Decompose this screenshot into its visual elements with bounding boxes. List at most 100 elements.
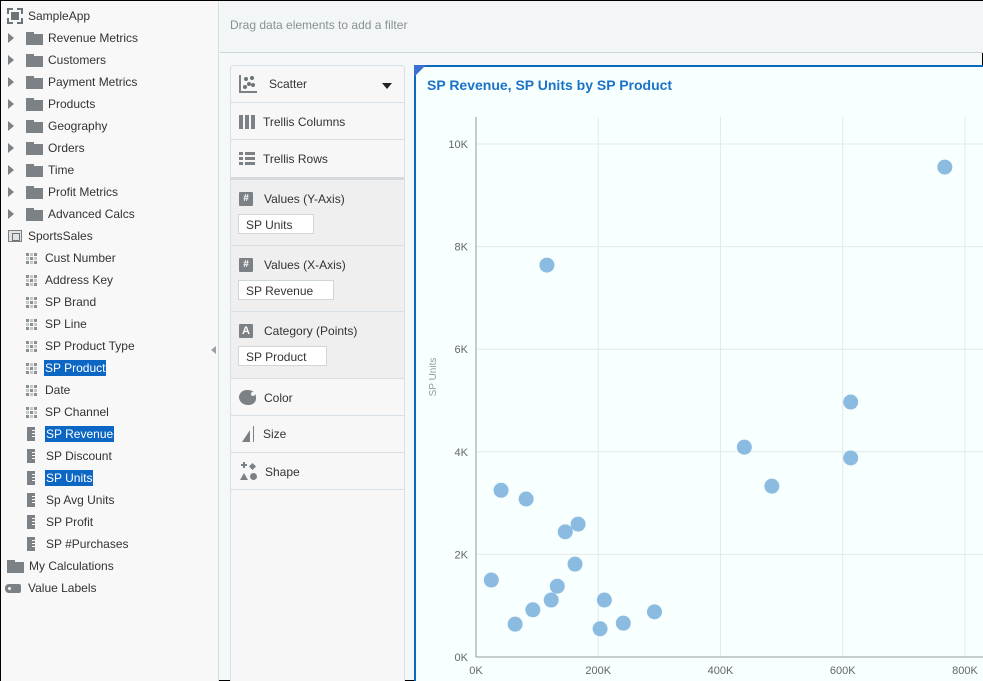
- expand-arrow-icon[interactable]: [8, 209, 14, 219]
- expand-arrow-icon[interactable]: [8, 77, 14, 87]
- scatter-point[interactable]: [736, 439, 752, 455]
- tree-column-address-key[interactable]: Address Key: [25, 270, 114, 290]
- scatter-point[interactable]: [507, 616, 523, 632]
- scatter-point[interactable]: [570, 516, 586, 532]
- values-y-axis-dropzone[interactable]: # Values (Y-Axis) SP Units: [231, 180, 404, 246]
- y-tick-label: 6K: [455, 344, 469, 356]
- scatter-point[interactable]: [764, 478, 780, 494]
- tree-item-label: SP Line: [45, 317, 87, 331]
- x-tick-label: 400K: [708, 665, 734, 677]
- scatter-point[interactable]: [493, 482, 509, 498]
- folder-icon: [26, 207, 43, 221]
- tree-folder-revenue-metrics[interactable]: Revenue Metrics: [8, 28, 139, 48]
- filter-bar-hint: Drag data elements to add a filter: [230, 18, 408, 32]
- tree-item-label: SP Brand: [45, 295, 97, 309]
- y-tick-label: 10K: [448, 139, 468, 151]
- folder-icon: [26, 141, 43, 155]
- folder-icon: [7, 559, 24, 573]
- expand-arrow-icon[interactable]: [8, 33, 14, 43]
- tree-item-value-labels[interactable]: Value Labels: [5, 578, 98, 598]
- expand-arrow-icon[interactable]: [8, 55, 14, 65]
- color-dropzone[interactable]: Color: [231, 379, 404, 416]
- tree-column-sp-channel[interactable]: SP Channel: [25, 402, 110, 422]
- chart-canvas[interactable]: SP Revenue, SP Units by SP Product 0K 2K 4…: [414, 65, 983, 681]
- tree-column-sp-product-type[interactable]: SP Product Type: [25, 336, 136, 356]
- tree-item-label: SP Units: [45, 470, 94, 486]
- scatter-point[interactable]: [525, 602, 541, 618]
- tree-folder-geography[interactable]: Geography: [8, 116, 108, 136]
- tree-item-label: Customers: [48, 53, 107, 67]
- y-axis-label: SP Units: [428, 358, 439, 397]
- trellis-columns-icon: [239, 115, 255, 129]
- tag-icon: [5, 583, 21, 593]
- chart-type-selector[interactable]: Scatter: [231, 66, 404, 103]
- tree-column-sp-units[interactable]: SP Units: [25, 468, 94, 488]
- category-points-pill[interactable]: SP Product: [238, 346, 327, 366]
- expand-arrow-icon[interactable]: [8, 165, 14, 175]
- expand-arrow-icon[interactable]: [8, 121, 14, 131]
- attribute-a-icon: A: [239, 324, 253, 338]
- tree-column-sp-purchases[interactable]: SP #Purchases: [25, 534, 130, 554]
- category-points-dropzone[interactable]: A Category (Points) SP Product: [231, 312, 404, 379]
- scatter-point[interactable]: [615, 615, 631, 631]
- tree-folder-payment-metrics[interactable]: Payment Metrics: [8, 72, 138, 92]
- tree-column-sp-profit[interactable]: SP Profit: [25, 512, 94, 532]
- values-x-axis-pill[interactable]: SP Revenue: [238, 280, 334, 300]
- size-dropzone[interactable]: Size: [231, 416, 404, 453]
- scatter-point[interactable]: [549, 578, 565, 594]
- size-icon: [239, 426, 255, 442]
- scatter-point[interactable]: [518, 491, 534, 507]
- scatter-point[interactable]: [646, 604, 662, 620]
- tree-folder-products[interactable]: Products: [8, 94, 96, 114]
- tree-folder-profit-metrics[interactable]: Profit Metrics: [8, 182, 119, 202]
- tree-column-sp-brand[interactable]: SP Brand: [25, 292, 97, 312]
- color-label: Color: [264, 390, 293, 405]
- size-label: Size: [263, 427, 287, 441]
- scatter-point[interactable]: [843, 450, 859, 466]
- scatter-point[interactable]: [592, 621, 608, 637]
- filter-bar[interactable]: Drag data elements to add a filter: [220, 1, 983, 53]
- scatter-point[interactable]: [539, 257, 555, 273]
- palette-icon: [239, 390, 256, 405]
- tree-folder-time[interactable]: Time: [8, 160, 75, 180]
- tree-folder-customers[interactable]: Customers: [8, 50, 107, 70]
- tree-column-sp-line[interactable]: SP Line: [25, 314, 88, 334]
- expand-arrow-icon[interactable]: [8, 187, 14, 197]
- attribute-grid-icon: [25, 340, 38, 353]
- shape-dropzone[interactable]: Shape: [231, 453, 404, 490]
- scatter-point[interactable]: [483, 572, 499, 588]
- tree-column-cust-number[interactable]: Cust Number: [25, 248, 117, 268]
- folder-icon: [26, 119, 43, 133]
- tree-column-sp-discount[interactable]: SP Discount: [25, 446, 113, 466]
- scatter-point[interactable]: [596, 592, 612, 608]
- tree-column-sp-product[interactable]: SP Product: [25, 358, 107, 378]
- scatter-point[interactable]: [937, 159, 953, 175]
- trellis-rows-dropzone[interactable]: Trellis Rows: [231, 140, 404, 180]
- tree-column-date[interactable]: Date: [25, 380, 71, 400]
- x-tick-label: 600K: [830, 665, 856, 677]
- tree-column-sp-avg-units[interactable]: Sp Avg Units: [25, 490, 115, 510]
- tree-column-sp-revenue[interactable]: SP Revenue: [25, 424, 115, 444]
- tree-item-label: Revenue Metrics: [48, 31, 139, 45]
- tree-folder-advanced-calcs[interactable]: Advanced Calcs: [8, 204, 136, 224]
- values-y-axis-label: Values (Y-Axis): [264, 192, 345, 206]
- tree-item-sportssales[interactable]: SportsSales: [8, 226, 94, 246]
- y-tick-label: 0K: [455, 652, 469, 664]
- values-x-axis-dropzone[interactable]: # Values (X-Axis) SP Revenue: [231, 246, 404, 312]
- tree-item-my-calculations[interactable]: My Calculations: [7, 556, 115, 576]
- measure-ruler-icon: [27, 537, 35, 551]
- collapse-panel-handle[interactable]: [211, 346, 216, 354]
- scatter-point[interactable]: [557, 524, 573, 540]
- scatter-point[interactable]: [567, 556, 583, 572]
- category-points-label: Category (Points): [264, 324, 358, 338]
- scatter-point[interactable]: [543, 592, 559, 608]
- tree-folder-orders[interactable]: Orders: [8, 138, 86, 158]
- scatter-point[interactable]: [843, 394, 859, 410]
- expand-arrow-icon[interactable]: [8, 143, 14, 153]
- tree-item-sampleapp[interactable]: SampleApp: [7, 6, 91, 26]
- values-y-axis-pill[interactable]: SP Units: [238, 214, 314, 234]
- expand-arrow-icon[interactable]: [8, 99, 14, 109]
- trellis-columns-dropzone[interactable]: Trellis Columns: [231, 103, 404, 140]
- chevron-down-icon[interactable]: [382, 83, 392, 89]
- y-tick-label: 8K: [455, 242, 469, 254]
